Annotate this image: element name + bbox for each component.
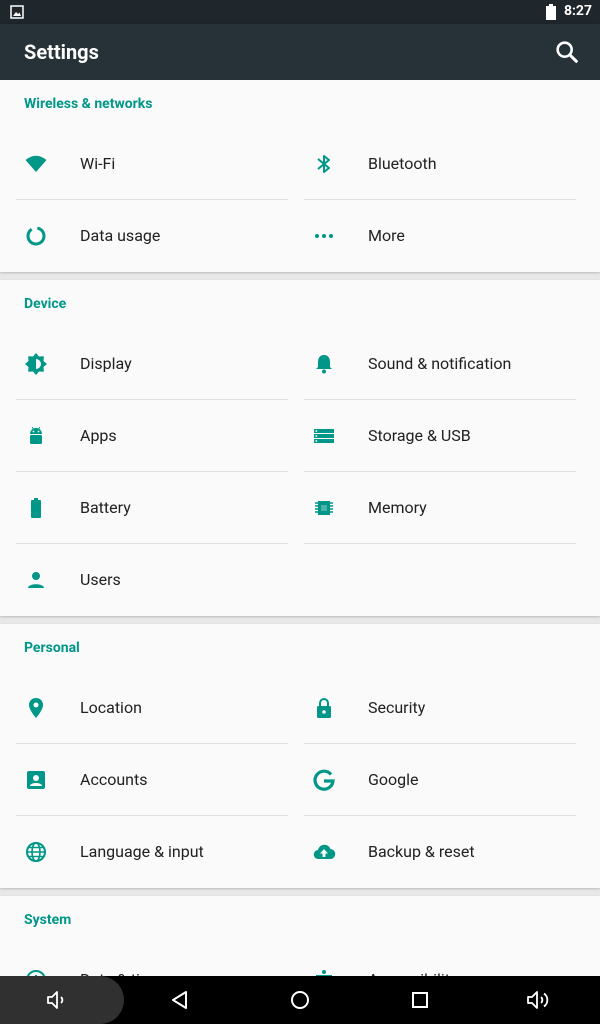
section-header: System [24,912,72,928]
setting-display[interactable]: Display [16,328,288,400]
setting-label: Storage & USB [368,426,471,445]
setting-users[interactable]: Users [16,544,288,616]
setting-label: More [368,226,405,245]
cloud-upload-icon [313,844,336,860]
bell-icon [316,355,332,374]
setting-label: Battery [80,498,131,517]
data-usage-icon [26,226,46,246]
setting-accounts[interactable]: Accounts [16,744,288,816]
setting-data-usage[interactable]: Data usage [16,200,288,272]
storage-icon [314,429,334,443]
setting-label: Data usage [80,226,161,245]
setting-label: Sound & notification [368,354,512,373]
search-icon[interactable] [553,38,581,66]
setting-label: Accessibility [368,944,458,976]
setting-label: Users [80,570,121,589]
setting-label: Apps [80,426,117,445]
globe-icon [26,842,46,862]
section-wireless-networks: Wireless & networks Wi-Fi Bluetooth Data… [0,80,600,272]
volume-down-icon[interactable] [45,988,69,1012]
setting-memory[interactable]: Memory [304,472,576,544]
setting-location[interactable]: Location [16,672,288,744]
memory-chip-icon [315,501,333,515]
status-clock: 8:27 [563,3,592,19]
setting-battery[interactable]: Battery [16,472,288,544]
app-bar: Settings [0,24,600,80]
page-title: Settings [24,40,99,64]
setting-label: Wi-Fi [80,154,116,173]
setting-label: Language & input [80,842,204,861]
setting-sound-notification[interactable]: Sound & notification [304,328,576,400]
recents-icon[interactable] [408,988,432,1012]
volume-up-icon[interactable] [526,988,554,1012]
setting-label: Location [80,698,142,717]
back-icon[interactable] [168,988,192,1012]
setting-backup-reset[interactable]: Backup & reset [304,816,576,888]
person-icon [28,572,44,588]
settings-list[interactable]: Wireless & networks Wi-Fi Bluetooth Data… [0,80,600,976]
setting-apps[interactable]: Apps [16,400,288,472]
section-header: Wireless & networks [24,96,153,112]
setting-language-input[interactable]: Language & input [16,816,288,888]
setting-date-time[interactable]: Date & time [16,944,288,976]
setting-security[interactable]: Security [304,672,576,744]
setting-storage-usb[interactable]: Storage & USB [304,400,576,472]
setting-label: Date & time [80,944,162,976]
status-bar: 8:27 [0,0,600,24]
setting-label: Memory [368,498,427,517]
android-icon [30,426,42,444]
navigation-bar [0,976,600,1024]
battery-icon [31,498,41,518]
setting-label: Display [80,354,132,373]
setting-label: Bluetooth [368,154,437,173]
more-icon [315,234,333,238]
google-g-icon [313,769,335,791]
section-header: Personal [24,640,80,656]
accessibility-icon [316,970,332,976]
setting-label: Backup & reset [368,842,475,861]
wifi-icon [25,155,47,172]
brightness-icon [25,353,47,375]
section-system: System Date & time Accessibility [0,896,600,976]
battery-status-icon [546,4,556,20]
section-header: Device [24,296,67,312]
lock-icon [317,698,331,718]
section-device: Device Display Sound & notification Apps… [0,280,600,616]
setting-accessibility[interactable]: Accessibility [304,944,576,976]
image-notification-icon [10,5,24,19]
setting-bluetooth[interactable]: Bluetooth [304,128,576,200]
setting-label: Security [368,698,426,717]
setting-label: Accounts [80,770,148,789]
setting-more[interactable]: More [304,200,576,272]
account-box-icon [27,771,45,789]
home-icon[interactable] [288,988,312,1012]
setting-label: Google [368,770,419,789]
bluetooth-icon [317,155,330,173]
clock-icon [26,970,46,976]
setting-wifi[interactable]: Wi-Fi [16,128,288,200]
section-personal: Personal Location Security Accounts Goog… [0,624,600,888]
setting-google[interactable]: Google [304,744,576,816]
location-pin-icon [29,698,43,718]
